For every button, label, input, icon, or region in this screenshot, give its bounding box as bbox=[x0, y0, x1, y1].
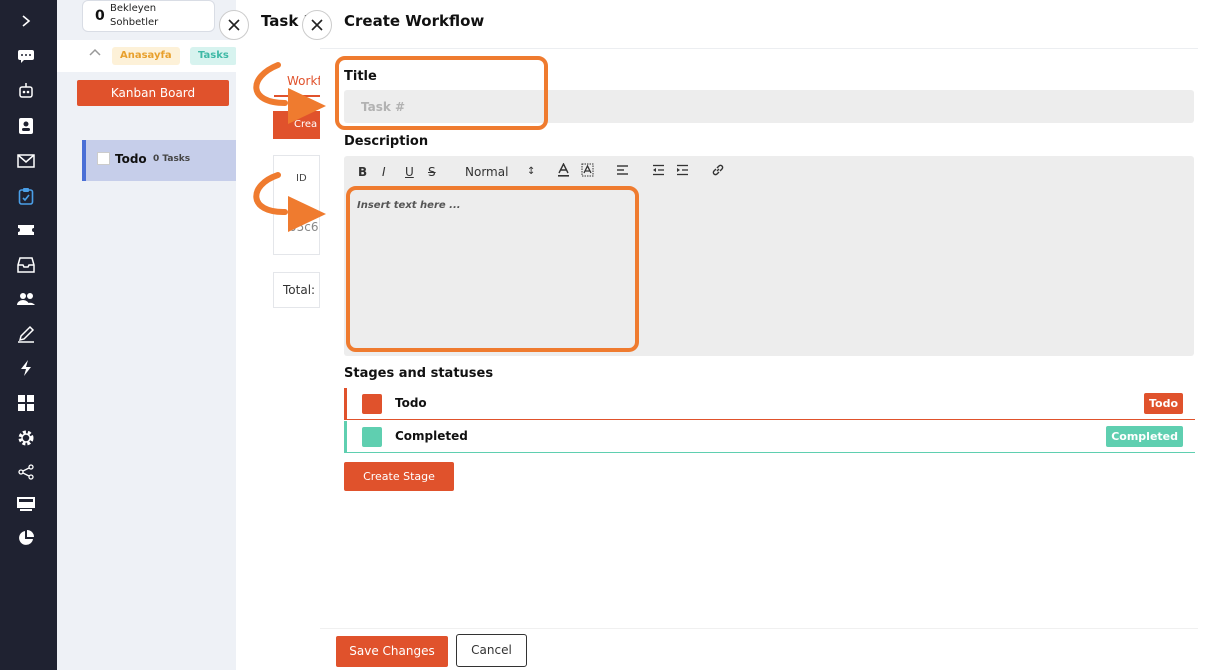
bold-button[interactable]: B bbox=[358, 163, 367, 181]
robot-icon[interactable] bbox=[16, 81, 36, 101]
format-select[interactable]: Normal bbox=[465, 163, 508, 181]
users-icon[interactable] bbox=[16, 289, 36, 309]
status-badge: Completed bbox=[1106, 426, 1183, 447]
breadcrumb-tasks[interactable]: Tasks bbox=[190, 47, 237, 65]
mail-icon[interactable] bbox=[16, 151, 36, 171]
outdent-icon[interactable] bbox=[652, 163, 665, 181]
edit-icon[interactable] bbox=[16, 324, 36, 344]
waiting-chats-label: Bekleyen Sohbetler bbox=[110, 3, 159, 28]
status-badge: Todo bbox=[1143, 393, 1183, 414]
stage-name: Completed bbox=[395, 429, 468, 443]
strikethrough-button[interactable]: S bbox=[428, 163, 436, 181]
italic-button[interactable]: I bbox=[382, 163, 386, 181]
annotation-arrows bbox=[253, 62, 326, 232]
stage-row-completed[interactable]: Completed Completed bbox=[344, 421, 1195, 453]
underline-button[interactable]: U bbox=[405, 163, 414, 181]
column-checkbox[interactable] bbox=[97, 152, 110, 165]
link-icon[interactable] bbox=[711, 163, 725, 182]
align-left-icon[interactable] bbox=[616, 163, 629, 181]
stage-color-swatch[interactable] bbox=[362, 394, 382, 414]
breadcrumb-home[interactable]: Anasayfa bbox=[112, 47, 180, 65]
chat-icon[interactable] bbox=[16, 46, 36, 66]
text-color-icon[interactable] bbox=[557, 162, 570, 182]
grid-icon[interactable] bbox=[16, 393, 36, 413]
stage-row-todo[interactable]: Todo Todo bbox=[344, 388, 1195, 420]
monitor-icon[interactable] bbox=[16, 494, 36, 514]
task-drawer-close-button[interactable] bbox=[219, 10, 249, 40]
drawer-divider bbox=[320, 48, 1198, 49]
indent-icon[interactable] bbox=[676, 163, 689, 181]
waiting-chats-count: 0 bbox=[95, 8, 105, 24]
title-highlight-box bbox=[335, 56, 548, 130]
pie-chart-icon[interactable] bbox=[16, 528, 36, 548]
column-title: Todo bbox=[115, 152, 147, 166]
create-workflow-close-button[interactable] bbox=[302, 10, 332, 40]
cancel-button[interactable]: Cancel bbox=[456, 634, 527, 667]
lightning-icon[interactable] bbox=[16, 358, 36, 378]
clipboard-icon[interactable] bbox=[16, 186, 36, 206]
background-color-icon[interactable] bbox=[581, 163, 594, 182]
share-icon[interactable] bbox=[16, 462, 36, 482]
chevron-right-icon[interactable] bbox=[16, 11, 36, 31]
stage-name: Todo bbox=[395, 396, 427, 410]
chevron-up-icon[interactable] bbox=[88, 42, 102, 61]
description-highlight-box bbox=[346, 186, 639, 352]
drawer-footer bbox=[320, 628, 1198, 670]
stage-color-swatch[interactable] bbox=[362, 427, 382, 447]
save-changes-button[interactable]: Save Changes bbox=[336, 636, 448, 667]
stages-label: Stages and statuses bbox=[344, 366, 494, 381]
inbox-icon[interactable] bbox=[16, 255, 36, 275]
arrow-to-description-icon bbox=[253, 172, 326, 232]
format-select-arrow-icon[interactable]: ↕ bbox=[527, 163, 535, 181]
arrow-to-title-icon bbox=[253, 62, 326, 124]
waiting-chats-widget[interactable]: 0 Bekleyen Sohbetler bbox=[82, 0, 215, 32]
ticket-icon[interactable] bbox=[16, 220, 36, 240]
gear-icon[interactable] bbox=[16, 428, 36, 448]
column-task-count: 0 Tasks bbox=[153, 154, 191, 164]
create-stage-button[interactable]: Create Stage bbox=[344, 462, 454, 491]
contact-icon[interactable] bbox=[16, 116, 36, 136]
kanban-board-button[interactable]: Kanban Board bbox=[77, 80, 229, 106]
table-total: Total: 1 bbox=[273, 272, 320, 308]
description-label: Description bbox=[344, 134, 429, 149]
drawer-title: Create Workflow bbox=[344, 12, 485, 30]
kanban-column-todo: Todo 0 Tasks bbox=[82, 140, 236, 181]
sidebar-nav bbox=[0, 0, 57, 670]
